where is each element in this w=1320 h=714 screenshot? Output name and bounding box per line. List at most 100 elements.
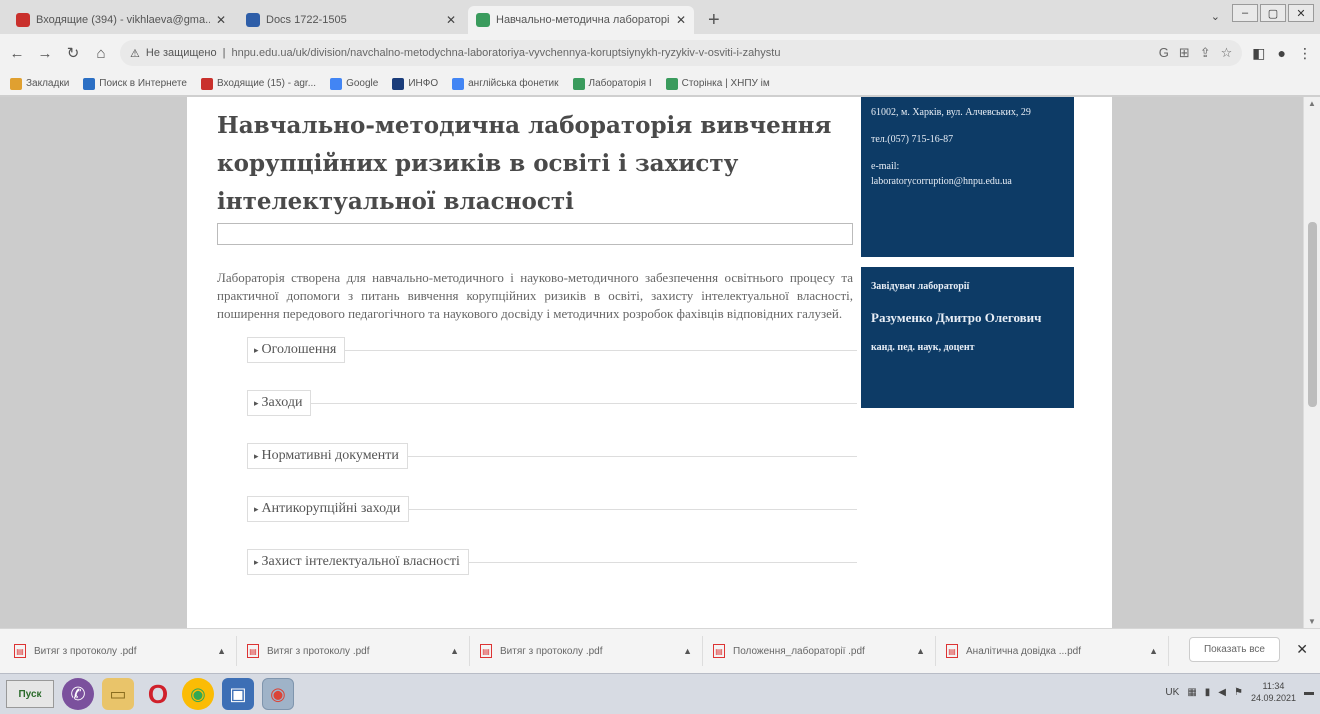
clock[interactable]: 11:34 24.09.2021 [1251,680,1296,704]
address-bar[interactable]: ⚠ Не защищено | hnpu.edu.ua/uk/division/… [120,40,1243,66]
main-column: Навчально-методична лабораторія вивчення… [217,97,857,602]
bookmark-item[interactable]: англійська фонетик [452,77,559,90]
browser-tab[interactable]: Docs 1722-1505 ✕ [238,6,464,34]
section-item[interactable]: ▸ Нормативні документи [217,443,857,496]
gmail-icon [16,13,30,27]
show-all-downloads-button[interactable]: Показать все [1188,637,1280,662]
docs-icon [246,13,260,27]
section-item[interactable]: ▸ Заходи [217,390,857,443]
scroll-up-icon[interactable]: ▲ [1308,99,1316,108]
bookmark-icon [392,77,405,90]
scrollbar-thumb[interactable] [1308,222,1317,407]
security-label[interactable]: Не защищено [146,47,217,59]
menu-kebab-icon[interactable]: ⋮ [1298,45,1312,62]
profile-icon[interactable]: ● [1278,45,1286,62]
maximize-button[interactable]: ▢ [1260,4,1286,22]
bookmark-star-icon[interactable]: ☆ [1221,45,1233,61]
section-item[interactable]: ▸ Оголошення [217,337,857,390]
contact-phone: тел.(057) 715-16-87 [871,134,954,145]
browser-tab[interactable]: Входящие (394) - vikhlaeva@gma... ✕ [8,6,234,34]
section-label: Оголошення [261,342,337,357]
pdf-file-icon: ▤ [247,644,259,658]
download-name: Положення_лабораторії .pdf [733,645,865,657]
network-icon[interactable]: ▦ [1187,687,1196,698]
bookmark-item[interactable]: Google [330,77,378,90]
translate-icon[interactable]: ⊞ [1179,45,1190,61]
download-item[interactable]: ▤ Витяг з протоколу .pdf ▲ [247,636,470,666]
bookmark-item[interactable]: Сторінка | ХНПУ ім [665,77,770,90]
caret-right-icon: ▸ [254,345,259,355]
bookmark-item[interactable]: Входящие (15) - agr... [200,77,316,90]
clock-time: 11:34 [1262,681,1285,691]
sections-accordion: ▸ Оголошення ▸ Заходи ▸ Нормативні документ… [217,337,857,602]
section-label: Антикорупційні заходи [261,501,401,516]
viber-icon[interactable]: ✆ [62,678,94,710]
close-window-button[interactable]: ✕ [1288,4,1314,22]
contact-email-link[interactable]: laboratorycorruption@hnpu.edu.ua [871,176,1012,187]
notifications-icon[interactable]: ▬ [1304,687,1314,698]
chevron-up-icon[interactable]: ▲ [683,646,692,656]
forward-arrow-icon[interactable]: → [36,45,54,62]
head-role: Завідувач лабораторії [871,281,970,292]
download-name: Витяг з протоколу .pdf [267,645,370,657]
reload-icon[interactable]: ↻ [64,44,82,62]
window-controls: – ▢ ✕ [1232,4,1314,22]
download-name: Витяг з протоколу .pdf [500,645,603,657]
section-item[interactable]: ▸ Захист інтелектуальної власності [217,549,857,602]
volume-icon[interactable]: ◀ [1218,687,1226,698]
download-item[interactable]: ▤ Витяг з протоколу .pdf ▲ [480,636,703,666]
section-toggle[interactable]: ▸ Заходи [247,390,312,416]
tab-search-icon[interactable]: ⌄ [1211,10,1220,23]
bookmark-label: Поиск в Интернете [99,78,187,89]
minimize-button[interactable]: – [1232,4,1258,22]
chevron-up-icon[interactable]: ▲ [916,646,925,656]
chevron-up-icon[interactable]: ▲ [217,646,226,656]
language-indicator[interactable]: UK [1165,687,1179,698]
signal-icon[interactable]: ▮ [1205,687,1211,698]
toolbar-right: ◧ ● ⋮ [1252,45,1312,62]
back-arrow-icon[interactable]: ← [8,45,26,62]
close-tab-icon[interactable]: ✕ [676,13,686,27]
section-label: Заходи [261,395,303,410]
close-downloads-icon[interactable]: ✕ [1296,641,1308,658]
chevron-up-icon[interactable]: ▲ [1149,646,1158,656]
browser-toolbar: ← → ↻ ⌂ ⚠ Не защищено | hnpu.edu.ua/uk/d… [0,34,1320,72]
google-lens-icon[interactable]: G [1159,45,1169,61]
warning-icon[interactable]: ⚠ [130,47,140,60]
share-icon[interactable]: ⇪ [1200,45,1211,61]
close-tab-icon[interactable]: ✕ [446,13,456,27]
start-button[interactable]: Пуск [6,680,54,708]
chevron-up-icon[interactable]: ▲ [450,646,459,656]
new-tab-button[interactable]: + [698,6,730,34]
page-viewport: Навчально-методична лабораторія вивчення… [0,97,1320,628]
section-toggle[interactable]: ▸ Нормативні документи [247,443,408,469]
download-name: Аналітична довідка ...pdf [966,645,1081,657]
browser-tab-active[interactable]: Навчально-методична лабораторі... ✕ [468,6,694,34]
media-player-icon[interactable]: ▣ [222,678,254,710]
bookmark-item[interactable]: Закладки [10,77,69,90]
scroll-down-icon[interactable]: ▼ [1308,617,1316,626]
download-item[interactable]: ▤ Положення_лабораторії .pdf ▲ [713,636,936,666]
url-text[interactable]: hnpu.edu.ua/uk/division/navchalno-metody… [231,47,1152,59]
download-item[interactable]: ▤ Витяг з протоколу .pdf ▲ [14,636,237,666]
bookmark-item[interactable]: ИНФО [392,77,438,90]
section-toggle[interactable]: ▸ Антикорупційні заходи [247,496,410,522]
tab-title: Навчально-методична лабораторі... [496,14,670,26]
close-tab-icon[interactable]: ✕ [216,13,226,27]
site-favicon-icon [476,13,490,27]
download-item[interactable]: ▤ Аналітична довідка ...pdf ▲ [946,636,1169,666]
chrome-active-icon[interactable]: ◉ [262,678,294,710]
vertical-scrollbar[interactable]: ▲ ▼ [1303,97,1320,628]
opera-icon[interactable]: O [142,678,174,710]
flag-icon[interactable]: ⚑ [1234,687,1243,698]
title-divider [217,223,853,245]
file-explorer-icon[interactable]: ▭ [102,678,134,710]
bookmark-item[interactable]: Лабораторія І [572,77,652,90]
section-item[interactable]: ▸ Антикорупційні заходи [217,496,857,549]
home-icon[interactable]: ⌂ [92,45,110,62]
sidebar-icon[interactable]: ◧ [1252,45,1265,62]
section-toggle[interactable]: ▸ Оголошення [247,337,346,363]
bookmark-item[interactable]: Поиск в Интернете [83,77,187,90]
chrome-icon[interactable]: ◉ [182,678,214,710]
section-toggle[interactable]: ▸ Захист інтелектуальної власності [247,549,469,575]
